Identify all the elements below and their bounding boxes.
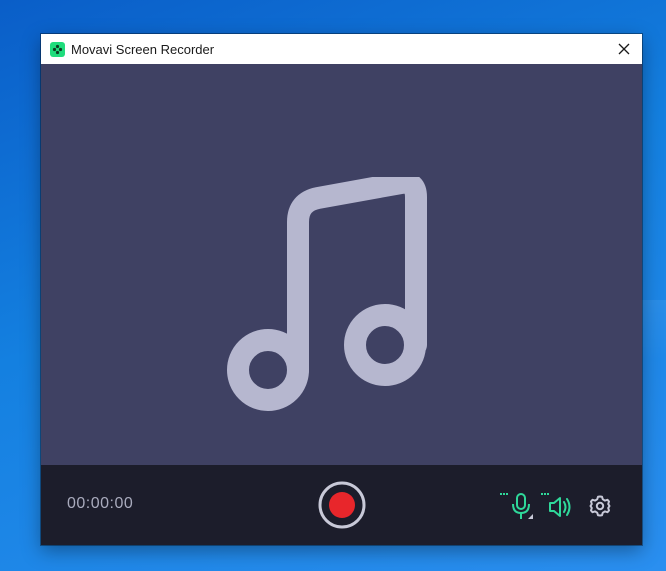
- recording-timer: 00:00:00: [67, 495, 134, 512]
- control-bar: 00:00:00: [41, 465, 642, 545]
- record-icon: [318, 481, 366, 529]
- movavi-logo-icon: [50, 41, 65, 57]
- settings-button[interactable]: [586, 492, 614, 520]
- speaker-icon: [541, 493, 571, 517]
- recording-preview-area: [41, 64, 642, 465]
- microphone-toggle-button[interactable]: [497, 489, 537, 523]
- window-title: Movavi Screen Recorder: [71, 41, 215, 57]
- gear-icon: [589, 495, 611, 517]
- record-button[interactable]: [318, 481, 366, 529]
- close-button[interactable]: [612, 37, 636, 61]
- music-note-icon: [227, 177, 427, 411]
- microphone-icon: [500, 493, 533, 519]
- title-bar[interactable]: Movavi Screen Recorder: [41, 34, 642, 64]
- close-icon: [618, 43, 630, 55]
- recorder-window: Movavi Screen Recorder 00:00:00: [41, 34, 642, 545]
- system-audio-toggle-button[interactable]: [538, 489, 574, 523]
